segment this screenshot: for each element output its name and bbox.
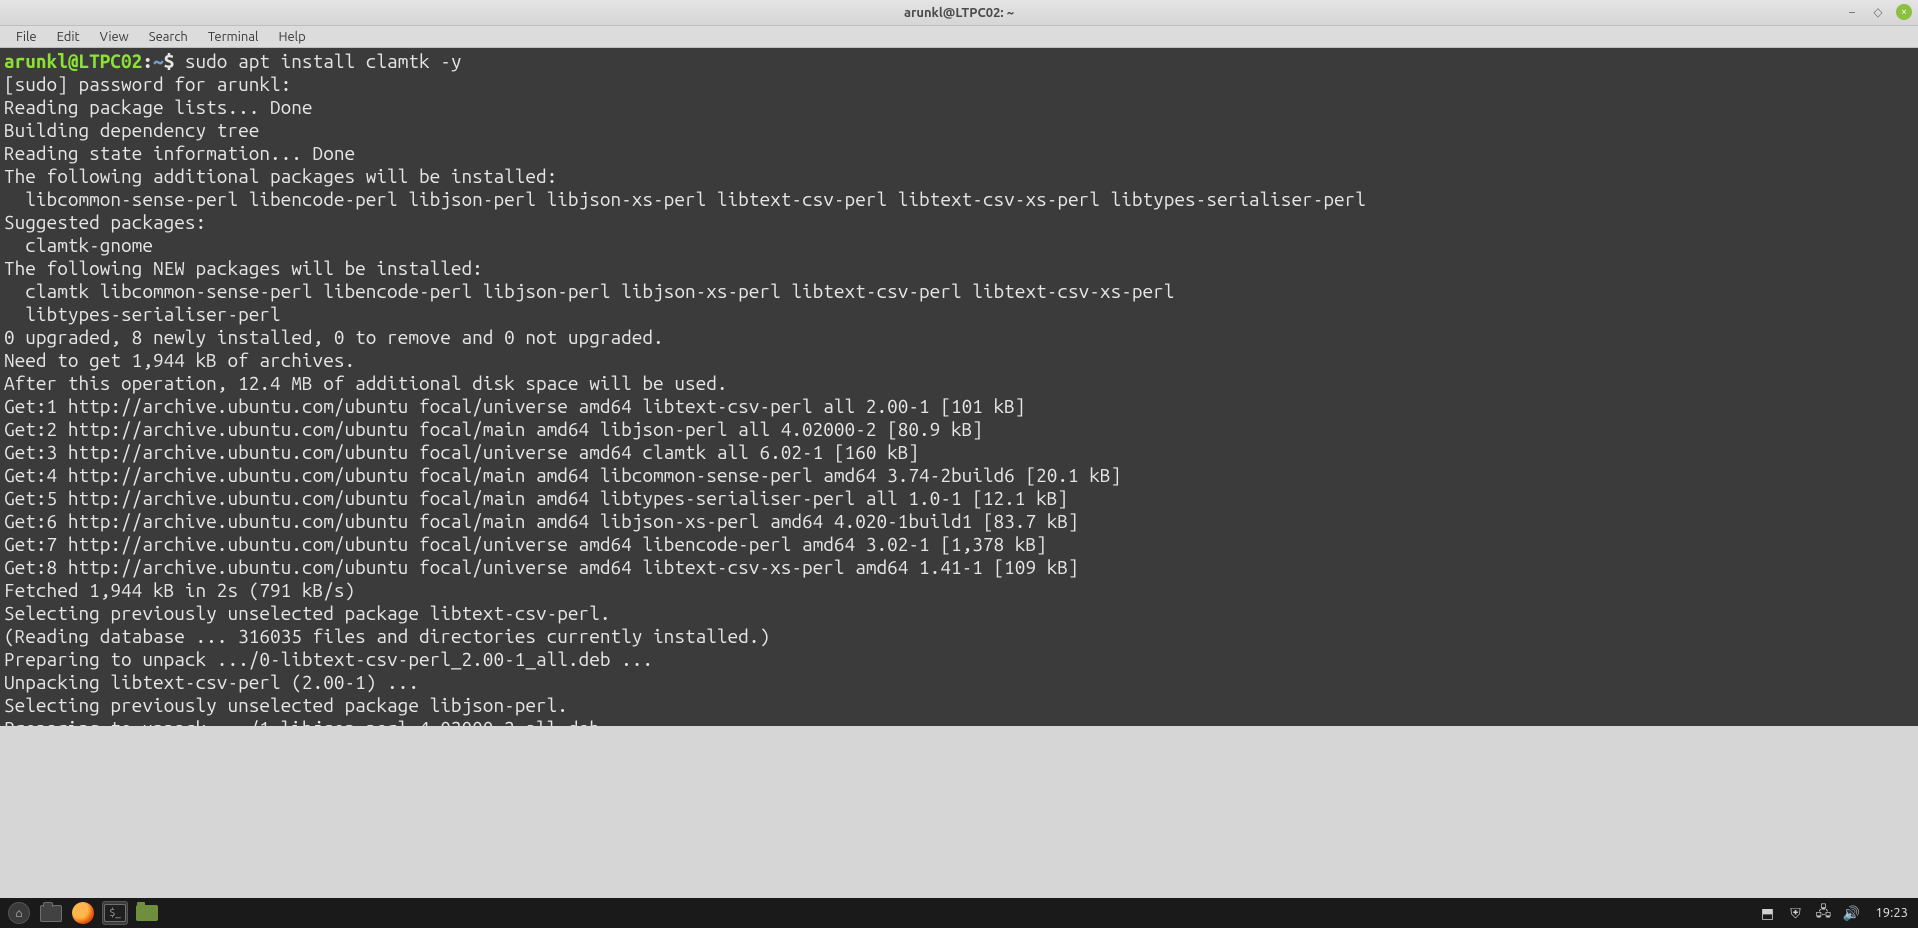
- terminal-line: Building dependency tree: [4, 119, 334, 141]
- taskbar-clock[interactable]: 19:23: [1871, 906, 1912, 920]
- terminal-line: After this operation, 12.4 MB of additio…: [4, 372, 728, 394]
- menubar: File Edit View Search Terminal Help: [0, 26, 1918, 48]
- terminal-line: Get:7 http://archive.ubuntu.com/ubuntu f…: [4, 533, 1047, 555]
- terminal-viewport[interactable]: arunkl@LTPC02:~$ sudo apt install clamtk…: [0, 48, 1918, 726]
- prompt-path: ~: [153, 50, 164, 72]
- menu-help[interactable]: Help: [268, 28, 315, 46]
- terminal-line: Fetched 1,944 kB in 2s (791 kB/s): [4, 579, 430, 601]
- volume-tray-icon[interactable]: 🔊: [1843, 905, 1859, 921]
- minimize-button[interactable]: ‒: [1844, 4, 1860, 20]
- terminal-line: Get:5 http://archive.ubuntu.com/ubuntu f…: [4, 487, 1068, 509]
- show-desktop-button[interactable]: [38, 901, 64, 925]
- menu-search[interactable]: Search: [139, 28, 198, 46]
- terminal-line: Suggested packages:: [4, 211, 206, 233]
- maximize-button[interactable]: ◇: [1870, 4, 1886, 20]
- terminal-line: [sudo] password for arunkl:: [4, 73, 302, 95]
- folder-icon: [136, 905, 158, 921]
- terminal-line: The following NEW packages will be insta…: [4, 257, 483, 279]
- close-button[interactable]: ×: [1896, 4, 1912, 20]
- prompt-sep: :: [142, 50, 153, 72]
- terminal-line: Unpacking libtext-csv-perl (2.00-1) ...: [4, 671, 419, 693]
- terminal-line: clamtk libcommon-sense-perl libencode-pe…: [4, 280, 1174, 302]
- firefox-icon: [72, 902, 94, 924]
- terminal-line: Get:3 http://archive.ubuntu.com/ubuntu f…: [4, 441, 919, 463]
- terminal-line: Selecting previously unselected package …: [4, 694, 568, 716]
- terminal-line: libcommon-sense-perl libencode-perl libj…: [4, 188, 1366, 210]
- window-controls: ‒ ◇ ×: [1844, 4, 1912, 20]
- terminal-line: Reading state information... Done: [4, 142, 355, 164]
- menu-terminal[interactable]: Terminal: [198, 28, 269, 46]
- terminal-line: Selecting previously unselected package …: [4, 602, 610, 624]
- terminal-line: The following additional packages will b…: [4, 165, 557, 187]
- mint-logo-icon: ⌂: [8, 902, 30, 924]
- terminal-line: Get:2 http://archive.ubuntu.com/ubuntu f…: [4, 418, 983, 440]
- menu-edit[interactable]: Edit: [47, 28, 90, 46]
- terminal-line: Preparing to unpack .../1-libjson-perl_4…: [4, 717, 642, 726]
- terminal-launcher[interactable]: $_: [102, 901, 128, 925]
- file-manager-launcher[interactable]: [134, 901, 160, 925]
- terminal-line: Preparing to unpack .../0-libtext-csv-pe…: [4, 648, 653, 670]
- terminal-line: 0 upgraded, 8 newly installed, 0 to remo…: [4, 326, 664, 348]
- terminal-line: Need to get 1,944 kB of archives.: [4, 349, 355, 371]
- terminal-line: Get:4 http://archive.ubuntu.com/ubuntu f…: [4, 464, 1121, 486]
- terminal-line: libtypes-serialiser-perl: [4, 303, 281, 325]
- terminal-line: Get:8 http://archive.ubuntu.com/ubuntu f…: [4, 556, 1079, 578]
- prompt-sigil: $: [164, 50, 185, 72]
- terminal-line: clamtk-gnome: [4, 234, 153, 256]
- terminal-line: Get:6 http://archive.ubuntu.com/ubuntu f…: [4, 510, 1079, 532]
- terminal-line: (Reading database ... 316035 files and d…: [4, 625, 770, 647]
- taskbar: ⌂ $_ ⬒ ⛨ 🖧 🔊 19:23: [0, 898, 1918, 928]
- terminal-line: Reading package lists... Done: [4, 96, 313, 118]
- menu-file[interactable]: File: [6, 28, 47, 46]
- prompt-userhost: arunkl@LTPC02: [4, 50, 142, 72]
- terminal-line: Get:1 http://archive.ubuntu.com/ubuntu f…: [4, 395, 1025, 417]
- command-text: sudo apt install clamtk -y: [185, 50, 462, 72]
- terminal-icon: $_: [104, 904, 126, 922]
- menu-view[interactable]: View: [90, 28, 139, 46]
- firefox-launcher[interactable]: [70, 901, 96, 925]
- desktop-icon: [40, 905, 62, 922]
- network-tray-icon[interactable]: 🖧: [1815, 905, 1831, 921]
- titlebar: arunkl@LTPC02: ~ ‒ ◇ ×: [0, 0, 1918, 26]
- start-menu-button[interactable]: ⌂: [6, 901, 32, 925]
- window-title: arunkl@LTPC02: ~: [904, 6, 1014, 20]
- update-manager-tray-icon[interactable]: ⬒: [1759, 905, 1775, 921]
- shield-tray-icon[interactable]: ⛨: [1787, 905, 1803, 921]
